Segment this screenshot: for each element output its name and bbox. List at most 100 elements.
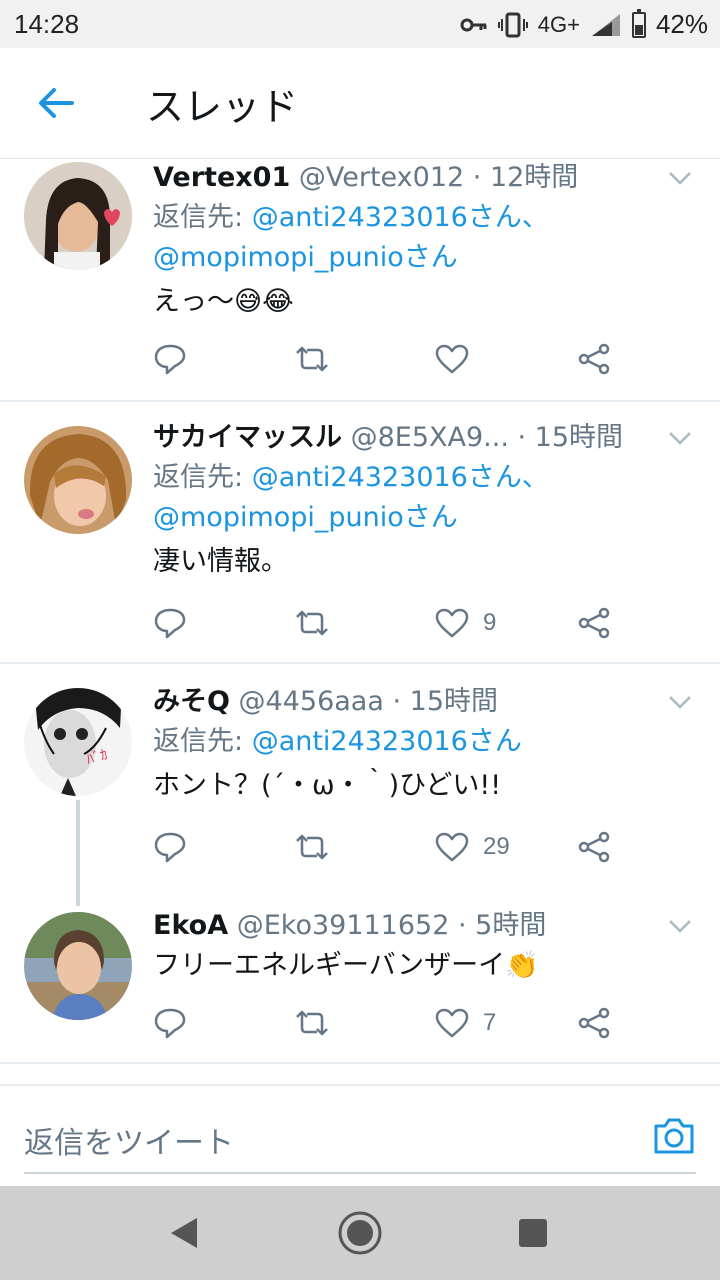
- nav-home-icon: [338, 1211, 382, 1255]
- reply-button[interactable]: [153, 822, 187, 872]
- tweet-actions: 29: [153, 822, 633, 872]
- tweet-1[interactable]: Vertex01 @Vertex012 · 12時間 返信先: @anti243…: [0, 158, 720, 400]
- timestamp: · 15時間: [392, 686, 499, 717]
- nav-back-button[interactable]: [160, 1208, 210, 1258]
- share-icon: [578, 607, 610, 639]
- display-name[interactable]: Vertex01: [153, 162, 290, 193]
- status-time: 14:28: [14, 9, 80, 39]
- timestamp: · 15時間: [517, 422, 624, 453]
- reply-icon: [154, 832, 186, 863]
- avatar[interactable]: ﾊﾞｶ: [24, 688, 132, 796]
- handle[interactable]: @Eko39111652: [237, 910, 450, 941]
- tweet-4[interactable]: EkoA @Eko39111652 · 5時間 フリーエネルギーバンザーイ👏 7: [0, 906, 720, 1062]
- like-button[interactable]: 29: [435, 822, 510, 872]
- reply-to-prefix: 返信先:: [153, 462, 252, 493]
- reply-to-continued: @mopimopi_punioさん: [153, 498, 700, 538]
- tweet-3[interactable]: ﾊﾞｶ みそQ @4456aaa · 15時間 返信先: @anti243230…: [0, 682, 720, 882]
- reply-icon: [154, 1008, 186, 1039]
- app-bar: スレッド: [0, 48, 720, 159]
- key-icon: [460, 18, 487, 31]
- page-title: スレッド: [146, 85, 299, 129]
- divider: [0, 400, 720, 402]
- tweet-actions: 7: [153, 998, 633, 1048]
- retweet-icon: [296, 834, 328, 860]
- mention-link[interactable]: @anti24323016さん: [252, 726, 522, 757]
- tweet-actions: [153, 334, 633, 384]
- retweet-button[interactable]: [293, 822, 331, 872]
- chevron-down-icon[interactable]: [668, 170, 692, 186]
- reply-to: 返信先: @anti24323016さん、: [153, 458, 700, 498]
- tweet-header: Vertex01 @Vertex012 · 12時間: [153, 158, 700, 198]
- handle[interactable]: @4456aaa: [239, 686, 384, 717]
- chevron-down-icon[interactable]: [668, 918, 692, 934]
- tweet-text: フリーエネルギーバンザーイ👏: [153, 950, 539, 981]
- heart-icon: [435, 608, 469, 638]
- handle[interactable]: @8E5XA9...: [351, 422, 509, 453]
- mention-link[interactable]: @mopimopi_punioさん: [153, 242, 458, 273]
- arrow-left-icon: [39, 88, 74, 118]
- like-button[interactable]: 7: [435, 998, 496, 1048]
- chevron-down-icon[interactable]: [668, 694, 692, 710]
- battery-icon: [631, 8, 646, 38]
- reply-button[interactable]: [153, 998, 187, 1048]
- heart-icon: [435, 832, 469, 862]
- reply-input[interactable]: 返信をツイート: [24, 1106, 696, 1174]
- status-icons: 4G+ 42%: [460, 8, 708, 40]
- reply-to-prefix: 返信先:: [153, 202, 252, 233]
- tweet-text: えっ〜😅😂: [153, 286, 294, 317]
- display-name[interactable]: サカイマッスル: [153, 422, 342, 453]
- reply-bar: 返信をツイート: [0, 1084, 720, 1188]
- tweet-header: EkoA @Eko39111652 · 5時間: [153, 906, 700, 946]
- display-name[interactable]: みそQ: [153, 686, 230, 717]
- tweet-2[interactable]: サカイマッスル @8E5XA9... · 15時間 返信先: @anti2432…: [0, 418, 720, 662]
- like-count: 7: [483, 1009, 497, 1036]
- tweet-text: ホント？(´・ω・｀)ひどい!!: [153, 770, 502, 801]
- back-button[interactable]: [28, 78, 84, 128]
- mention-link[interactable]: @anti24323016さん、: [252, 462, 549, 493]
- retweet-icon: [296, 346, 328, 372]
- like-button[interactable]: 9: [435, 598, 496, 648]
- retweet-button[interactable]: [293, 998, 331, 1048]
- reply-icon: [154, 344, 186, 375]
- system-nav-bar: [0, 1186, 720, 1280]
- handle[interactable]: @Vertex012: [299, 162, 464, 193]
- avatar[interactable]: [24, 426, 132, 534]
- display-name[interactable]: EkoA: [153, 910, 228, 941]
- nav-back-icon: [171, 1218, 197, 1248]
- share-button[interactable]: [577, 822, 611, 872]
- mention-link[interactable]: @anti24323016さん、: [252, 202, 549, 233]
- share-button[interactable]: [577, 998, 611, 1048]
- nav-recents-button[interactable]: [508, 1208, 558, 1258]
- share-icon: [578, 343, 610, 375]
- reply-icon: [154, 608, 186, 639]
- divider: [0, 1062, 720, 1064]
- reply-to: 返信先: @anti24323016さん: [153, 722, 700, 762]
- reply-button[interactable]: [153, 598, 187, 648]
- mention-link[interactable]: @mopimopi_punioさん: [153, 502, 458, 533]
- avatar[interactable]: [24, 162, 132, 270]
- battery-percent: 42%: [655, 9, 708, 39]
- divider: [0, 662, 720, 664]
- vibrate-icon: [497, 12, 528, 37]
- retweet-icon: [296, 1010, 328, 1036]
- tweet-actions: 9: [153, 598, 633, 648]
- retweet-button[interactable]: [293, 334, 331, 384]
- like-button[interactable]: [435, 334, 483, 384]
- nav-home-button[interactable]: [335, 1208, 385, 1258]
- share-button[interactable]: [577, 334, 611, 384]
- timestamp: · 5時間: [458, 910, 547, 941]
- camera-icon: [654, 1118, 694, 1154]
- tweet-header: サカイマッスル @8E5XA9... · 15時間: [153, 418, 700, 458]
- share-button[interactable]: [577, 598, 611, 648]
- reply-to-prefix: 返信先:: [153, 726, 252, 757]
- retweet-button[interactable]: [293, 598, 331, 648]
- reply-to-continued: @mopimopi_punioさん: [153, 238, 700, 278]
- nav-recents-icon: [519, 1219, 547, 1247]
- chevron-down-icon[interactable]: [668, 430, 692, 446]
- reply-to: 返信先: @anti24323016さん、: [153, 198, 700, 238]
- share-icon: [578, 1007, 610, 1039]
- avatar[interactable]: [24, 912, 132, 1020]
- camera-button[interactable]: [652, 1116, 696, 1156]
- reply-button[interactable]: [153, 334, 187, 384]
- tweet-text: 凄い情報。: [153, 546, 288, 577]
